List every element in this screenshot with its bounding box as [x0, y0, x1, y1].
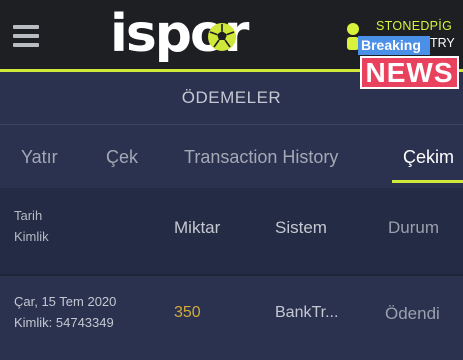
column-header-system: Sistem	[275, 218, 327, 237]
column-header-id: Kimlik	[14, 229, 49, 244]
active-tab-indicator	[392, 180, 463, 183]
tab-withdraw[interactable]: Çek	[106, 147, 138, 168]
payment-tabs: Yatır Çek Transaction History Çekim	[0, 124, 463, 184]
tab-withdrawals[interactable]: Çekim	[403, 147, 454, 168]
soccer-ball-icon	[208, 23, 236, 51]
tab-deposit[interactable]: Yatır	[21, 147, 58, 168]
hamburger-menu-icon[interactable]	[13, 25, 39, 48]
page-title: ÖDEMELER	[181, 88, 282, 107]
username[interactable]: STONEDPİG	[376, 19, 452, 33]
watermark-news-label: NEWS	[360, 56, 459, 89]
row-date: Çar, 15 Tem 2020	[14, 294, 117, 309]
table-header: Tarih Kimlik Miktar Sistem Durum	[0, 188, 463, 274]
row-id: Kimlik: 54743349	[14, 315, 114, 330]
breaking-news-watermark: Breaking NEWS	[358, 35, 460, 91]
column-header-status: Durum	[388, 218, 440, 237]
column-header-date: Tarih	[14, 208, 43, 223]
table-row[interactable]: Çar, 15 Tem 2020 Kimlik: 54743349 350 Ba…	[0, 276, 463, 360]
watermark-breaking-label: Breaking	[358, 36, 430, 55]
row-system: BankTr...	[275, 304, 339, 321]
tab-transaction-history[interactable]: Transaction History	[184, 147, 338, 168]
column-header-amount: Miktar	[174, 218, 221, 237]
ispor-logo[interactable]: ispor	[110, 6, 280, 66]
row-status: Ödendi	[385, 304, 440, 323]
row-amount: 350	[174, 304, 201, 321]
